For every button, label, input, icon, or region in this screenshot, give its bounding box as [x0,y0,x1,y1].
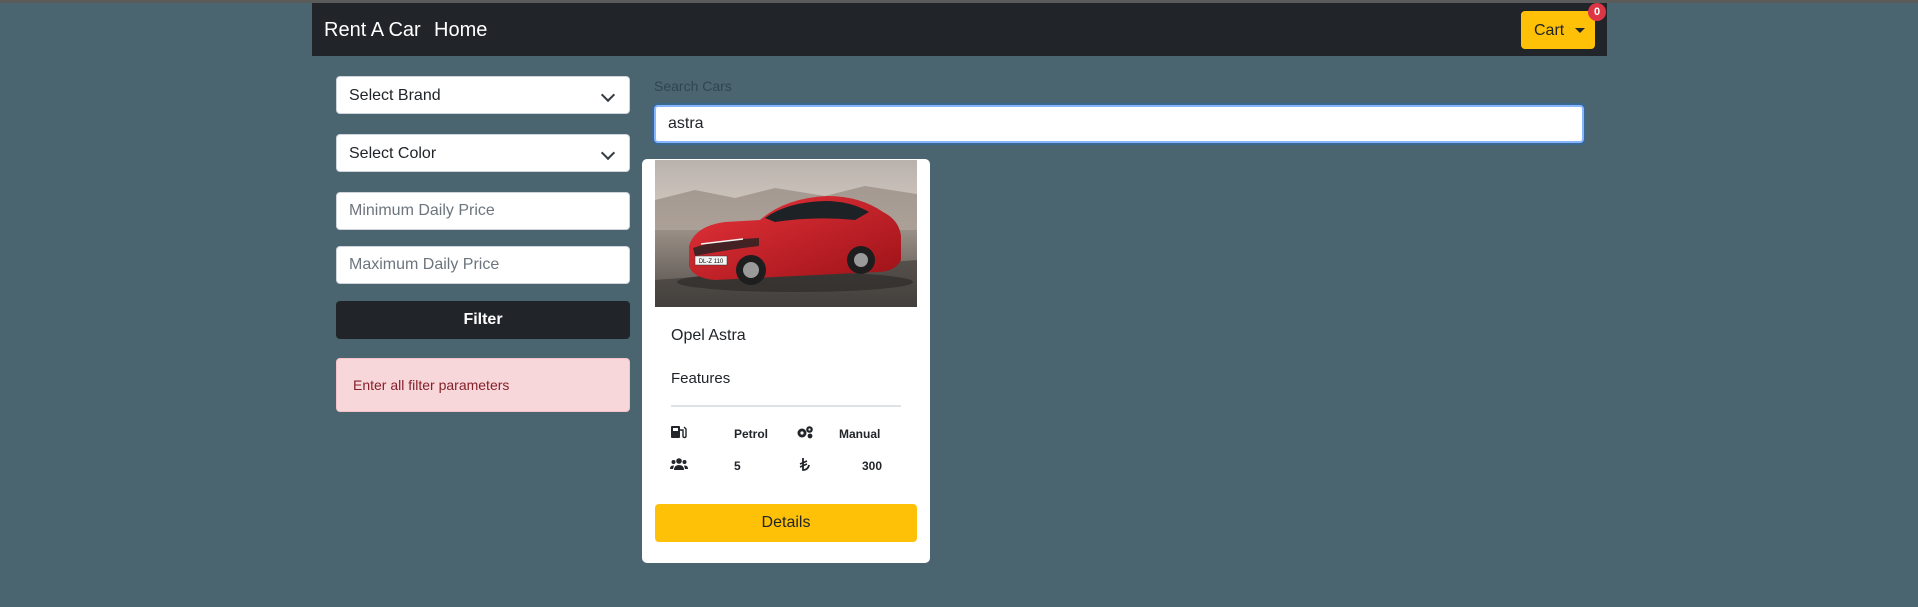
cart-count-badge: 0 [1588,3,1606,21]
seat-count: 5 [734,459,741,473]
search-label: Search Cars [654,78,732,94]
car-photo: DL-Z 110 [655,160,917,307]
brand-select[interactable]: Select Brand [336,76,630,114]
car-card: DL-Z 110 Opel Astra Features Petrol Manu… [642,159,930,563]
details-button[interactable]: Details [655,504,917,542]
min-price-input[interactable] [336,192,630,230]
gas-pump-icon [671,426,687,439]
brand-select-value: Select Brand [349,87,441,104]
lira-icon [799,458,810,471]
car-image: DL-Z 110 [655,160,917,307]
features-heading: Features [671,370,731,387]
chevron-down-icon [600,87,616,103]
daily-price: 300 [862,459,883,473]
brand-link[interactable]: Rent A Car [324,19,421,42]
color-select-value: Select Color [349,145,437,162]
color-select[interactable]: Select Color [336,134,630,172]
max-price-input[interactable] [336,246,630,284]
gears-icon [797,426,813,439]
navbar: Rent A Car Home Cart 0 [312,3,1607,56]
license-plate: DL-Z 110 [699,259,724,265]
divider [671,405,901,407]
caret-down-icon [1575,28,1585,33]
home-link[interactable]: Home [434,19,487,42]
cart-label: Cart [1534,22,1565,39]
car-title: Opel Astra [671,327,746,344]
filter-alert: Enter all filter parameters [336,358,630,412]
cart-button[interactable]: Cart [1521,11,1595,49]
search-input[interactable] [654,105,1584,143]
fuel-type: Petrol [734,427,769,441]
chevron-down-icon [600,145,616,161]
transmission-type: Manual [839,427,881,441]
filter-button[interactable]: Filter [336,301,630,339]
users-icon [670,458,688,470]
